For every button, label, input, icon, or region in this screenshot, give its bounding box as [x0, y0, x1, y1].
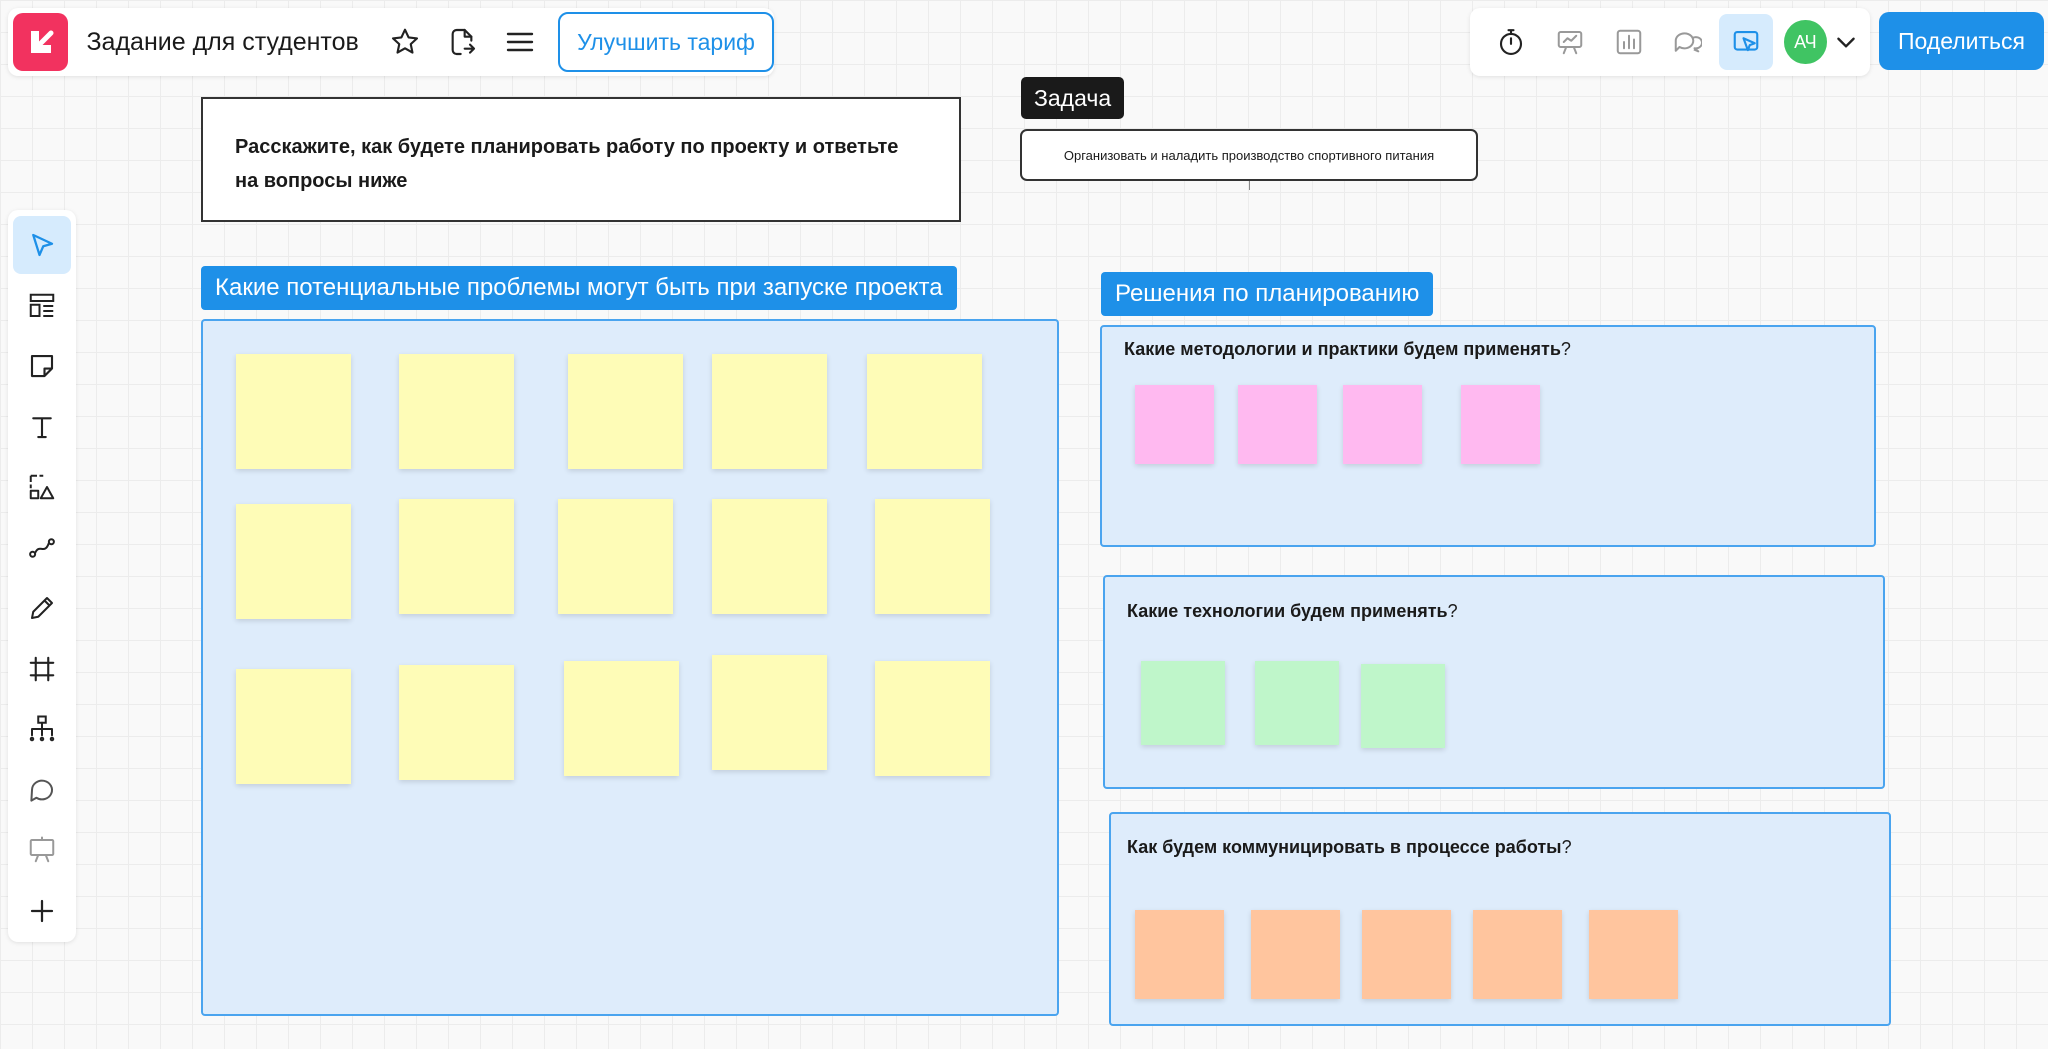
select-tool-icon[interactable] — [13, 216, 71, 274]
connector-tool-icon[interactable] — [13, 519, 71, 577]
sticky-note[interactable] — [1589, 910, 1678, 999]
text-tool-icon[interactable] — [13, 398, 71, 456]
sticky-note[interactable] — [867, 354, 982, 469]
sticky-note[interactable] — [712, 354, 827, 469]
menu-icon[interactable] — [496, 17, 544, 67]
sticky-note[interactable] — [1473, 910, 1562, 999]
technologies-question: Какие технологии будем применять? — [1127, 601, 1458, 621]
communication-frame[interactable]: Как будем коммуницировать в процессе раб… — [1109, 812, 1891, 1026]
technologies-frame[interactable]: Какие технологии будем применять? — [1103, 575, 1885, 789]
sticky-note[interactable] — [1141, 661, 1225, 745]
app-logo-icon[interactable] — [13, 13, 69, 71]
sticky-note[interactable] — [236, 669, 351, 784]
sticky-note[interactable] — [1135, 910, 1224, 999]
follow-icon[interactable] — [1719, 14, 1774, 70]
sticky-note[interactable] — [1135, 385, 1214, 464]
task-label[interactable]: Задача — [1021, 77, 1125, 119]
sticky-note[interactable] — [399, 499, 514, 614]
sticky-note[interactable] — [1238, 385, 1317, 464]
presentation-icon[interactable] — [1543, 14, 1597, 70]
sticky-note-tool-icon[interactable] — [13, 337, 71, 395]
sticky-note[interactable] — [568, 354, 683, 469]
comments-icon[interactable] — [1661, 14, 1715, 70]
methodologies-frame[interactable]: Какие методологии и практики будем приме… — [1100, 325, 1876, 547]
shapes-tool-icon[interactable] — [13, 458, 71, 516]
board-title[interactable]: Задание для студентов — [86, 28, 358, 57]
sticky-note[interactable] — [564, 661, 679, 776]
frame-tool-icon[interactable] — [13, 640, 71, 698]
sticky-note[interactable] — [875, 499, 990, 614]
timer-icon[interactable] — [1484, 14, 1538, 70]
plus-icon[interactable] — [13, 882, 71, 940]
communication-question: Как будем коммуницировать в процессе раб… — [1127, 837, 1572, 857]
sticky-note[interactable] — [1361, 664, 1445, 748]
problems-header[interactable]: Какие потенциальные проблемы могут быть … — [201, 266, 957, 310]
sticky-note[interactable] — [875, 661, 990, 776]
task-card[interactable]: Организовать и наладить производство спо… — [1020, 129, 1478, 181]
sticky-note[interactable] — [1343, 385, 1422, 464]
sticky-note[interactable] — [1255, 661, 1339, 745]
sticky-note[interactable] — [1362, 910, 1451, 999]
upgrade-plan-button[interactable]: Улучшить тариф — [558, 12, 774, 72]
star-icon[interactable] — [381, 17, 429, 67]
sticky-note[interactable] — [1251, 910, 1340, 999]
problems-frame[interactable] — [201, 319, 1059, 1016]
sticky-note[interactable] — [399, 665, 514, 780]
user-avatar[interactable]: АЧ — [1784, 20, 1827, 64]
sticky-note[interactable] — [712, 499, 827, 614]
methodologies-question: Какие методологии и практики будем приме… — [1124, 339, 1571, 359]
left-toolbar — [8, 210, 76, 942]
templates-tool-icon[interactable] — [13, 277, 71, 335]
presentation-tool-icon[interactable] — [13, 821, 71, 879]
pen-tool-icon[interactable] — [13, 579, 71, 637]
sticky-note[interactable] — [558, 499, 673, 614]
comment-tool-icon[interactable] — [13, 761, 71, 819]
sticky-note[interactable] — [236, 504, 351, 619]
export-icon[interactable] — [439, 17, 487, 67]
share-button[interactable]: Поделиться — [1879, 12, 2044, 70]
chart-icon[interactable] — [1602, 14, 1656, 70]
chevron-down-icon[interactable] — [1827, 14, 1865, 70]
sticky-note[interactable] — [399, 354, 514, 469]
top-left-bar: Задание для студентов Улучшить тариф — [8, 8, 774, 76]
mindmap-tool-icon[interactable] — [13, 700, 71, 758]
sticky-note[interactable] — [712, 655, 827, 770]
instructions-text-box[interactable]: Расскажите, как будете планировать работ… — [201, 97, 961, 222]
solutions-header[interactable]: Решения по планированию — [1101, 272, 1434, 316]
task-card-connector — [1249, 181, 1250, 190]
top-right-bar: АЧ — [1470, 8, 1870, 76]
sticky-note[interactable] — [1461, 385, 1540, 464]
sticky-note[interactable] — [236, 354, 351, 469]
